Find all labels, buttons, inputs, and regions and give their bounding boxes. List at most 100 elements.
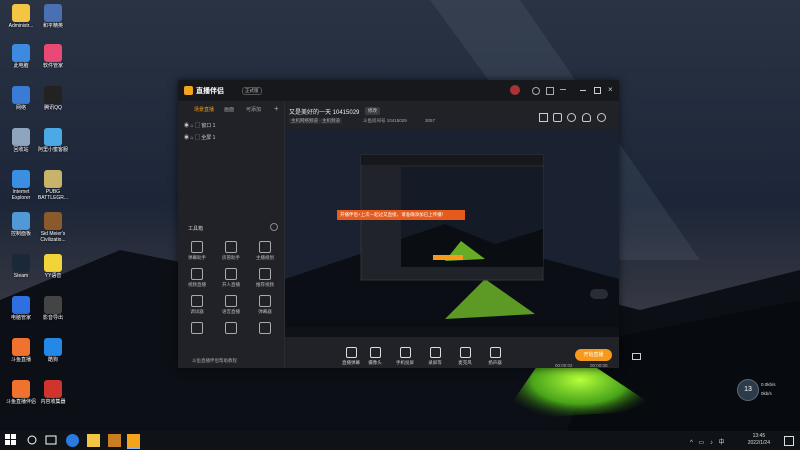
desktop-icon[interactable]: 电脑管家 bbox=[4, 296, 38, 321]
tool-label: 语音直播 bbox=[222, 309, 240, 314]
desktop-icon-label: 电脑管家 bbox=[10, 315, 31, 321]
desktop-icon[interactable]: Internet Explorer bbox=[4, 170, 38, 201]
live-companion-taskbar-icon[interactable] bbox=[127, 434, 140, 449]
network-speed-widget[interactable]: 13 0.0kb/s 0kb/s bbox=[737, 379, 785, 401]
gift-icon[interactable] bbox=[539, 113, 548, 122]
desktop-icon-label: 斗鱼直播伴侣 bbox=[5, 399, 36, 405]
toolbox-title: 工具箱 bbox=[188, 226, 204, 232]
desktop-icon[interactable]: 回收站 bbox=[4, 128, 38, 153]
control-label: 手机投屏 bbox=[396, 360, 414, 365]
desktop-icon-label: 和平精英 bbox=[42, 23, 63, 29]
edge-icon[interactable] bbox=[66, 434, 79, 447]
tab-scene-live[interactable]: 场景直播 bbox=[194, 106, 214, 113]
toolbox-item[interactable]: 语音直播 bbox=[218, 295, 244, 315]
system-clock[interactable]: 13:45 2022/1/24 bbox=[748, 433, 770, 447]
settings-icon[interactable] bbox=[532, 87, 540, 95]
download-speed: 0kb/s bbox=[761, 391, 772, 396]
tab-addable[interactable]: 可添加 bbox=[246, 106, 261, 113]
start-button[interactable] bbox=[5, 434, 18, 447]
toolbox-item[interactable]: 弹幕器 bbox=[252, 295, 278, 315]
close-icon[interactable]: × bbox=[608, 85, 613, 94]
control-button[interactable]: 摄像头 bbox=[365, 347, 385, 366]
cloud-icon[interactable] bbox=[567, 113, 576, 122]
desktop-icon[interactable]: YY语音 bbox=[36, 254, 70, 279]
desktop-icon[interactable]: 软件管家 bbox=[36, 44, 70, 69]
app-icon bbox=[12, 170, 30, 188]
control-button[interactable]: 扬声器 bbox=[485, 347, 505, 366]
toolbox-item[interactable]: 视频直播 bbox=[184, 268, 210, 288]
desktop-icon[interactable]: 酷狗 bbox=[36, 338, 70, 363]
toolbox-item[interactable]: 推荐视频 bbox=[252, 268, 278, 288]
desktop-icon[interactable]: 影音导出 bbox=[36, 296, 70, 321]
lock-icon[interactable] bbox=[553, 113, 562, 122]
minimize-icon[interactable] bbox=[580, 90, 586, 91]
tray-icons[interactable]: ^ ▭ ♪ 中 bbox=[690, 437, 727, 446]
notification-icon[interactable] bbox=[784, 436, 794, 446]
control-button[interactable]: 录屏等 bbox=[425, 347, 445, 366]
desktop-icon[interactable]: Administr... bbox=[4, 4, 38, 29]
elapsed-time-left: 00:00:02 bbox=[555, 363, 573, 368]
desktop-icon[interactable]: 阿里小蜜客服 bbox=[36, 128, 70, 153]
file-explorer-icon[interactable] bbox=[87, 434, 100, 447]
taskbar: ^ ▭ ♪ 中 13:45 2022/1/24 bbox=[0, 431, 800, 450]
live-companion-window: 直播伴侣 正式版 × 场景直播 画面 可添加 + ◉ ⌂ ▢ 窗口 1 ◉ ⌂ … bbox=[178, 80, 641, 368]
tool-label: 开人直播 bbox=[222, 282, 240, 287]
go-live-button[interactable]: 开始直播 bbox=[575, 349, 612, 361]
desktop-icon[interactable]: 斗鱼直播伴侣 bbox=[4, 380, 38, 405]
search-icon[interactable] bbox=[26, 434, 39, 447]
toolbox-item[interactable]: 调试器 bbox=[184, 295, 210, 315]
desktop-icon-label: 此电脑 bbox=[13, 63, 29, 69]
eye-icon[interactable]: ◉ bbox=[184, 123, 189, 129]
control-button[interactable]: 直播弹幕 bbox=[341, 347, 361, 366]
control-icon bbox=[369, 347, 381, 358]
desktop-icon[interactable]: PUBG BATTLEGR... bbox=[36, 170, 70, 201]
share-icon[interactable] bbox=[597, 113, 606, 122]
maximize-icon[interactable] bbox=[594, 87, 601, 94]
toolbox-item[interactable] bbox=[252, 322, 278, 336]
stream-title: 又是美好的一天 10415029 bbox=[289, 110, 360, 116]
app-icon bbox=[44, 4, 62, 22]
bottom-small-icon[interactable] bbox=[632, 353, 641, 360]
scene-item[interactable]: ◉ ⌂ ▢ 全屏 1 bbox=[184, 134, 215, 141]
app-icon bbox=[44, 296, 62, 314]
task-view-icon[interactable] bbox=[45, 434, 58, 447]
tab-picture[interactable]: 画面 bbox=[224, 106, 234, 113]
toolbox-item[interactable]: 开人直播 bbox=[218, 268, 244, 288]
toolbox-item[interactable] bbox=[184, 322, 210, 336]
scene-item[interactable]: ◉ ⌂ ▢ 窗口 1 bbox=[184, 122, 215, 129]
eye-icon[interactable]: ◉ bbox=[184, 135, 189, 141]
toolbox-item[interactable]: 房管助手 bbox=[218, 241, 244, 261]
control-button[interactable]: 手机投屏 bbox=[395, 347, 415, 366]
desktop-icon[interactable]: 网络 bbox=[4, 86, 38, 111]
control-button[interactable]: 麦克风 bbox=[455, 347, 475, 366]
toolbox-item[interactable] bbox=[218, 322, 244, 336]
desktop-icon[interactable]: Steam bbox=[4, 254, 38, 279]
app-icon bbox=[44, 86, 62, 104]
desktop-icon[interactable]: 和平精英 bbox=[36, 4, 70, 29]
desktop-icon[interactable]: 内容收集器 bbox=[36, 380, 70, 405]
help-tip[interactable]: 斗鱼直播伴侣帮助教程 bbox=[192, 358, 237, 364]
desktop-icon[interactable]: 控制面板 bbox=[4, 212, 38, 237]
app-icon bbox=[44, 338, 62, 356]
user-avatar[interactable] bbox=[510, 85, 520, 95]
speed-circle: 13 bbox=[737, 379, 759, 401]
toolbox-more-icon[interactable] bbox=[270, 223, 278, 231]
desktop-icon[interactable]: Sid Meier's Civilizatio... bbox=[36, 212, 70, 243]
toolbox-item[interactable]: 主播规划 bbox=[252, 241, 278, 261]
desktop-icon-label: 内容收集器 bbox=[40, 399, 66, 405]
desktop-icon-label: 酷狗 bbox=[47, 357, 58, 363]
desktop-icon[interactable]: 腾讯QQ bbox=[36, 86, 70, 111]
add-scene-icon[interactable]: + bbox=[274, 104, 279, 113]
desktop-icon[interactable]: 斗鱼直播 bbox=[4, 338, 38, 363]
live-app-icon[interactable] bbox=[108, 434, 121, 447]
skin-icon[interactable] bbox=[546, 87, 554, 95]
bell-icon[interactable] bbox=[582, 113, 591, 122]
menu-icon[interactable] bbox=[560, 89, 566, 90]
app-icon bbox=[12, 338, 30, 356]
stream-preview[interactable]: 开播伴侣+上次一起过又直接，请准确添加已上传播！ bbox=[285, 129, 619, 337]
tool-label: 主播规划 bbox=[256, 255, 274, 260]
desktop-icon[interactable]: 此电脑 bbox=[4, 44, 38, 69]
edit-title-button[interactable]: 修改 bbox=[365, 107, 380, 115]
control-icon bbox=[429, 347, 441, 358]
toolbox-item[interactable]: 弹幕助手 bbox=[184, 241, 210, 261]
